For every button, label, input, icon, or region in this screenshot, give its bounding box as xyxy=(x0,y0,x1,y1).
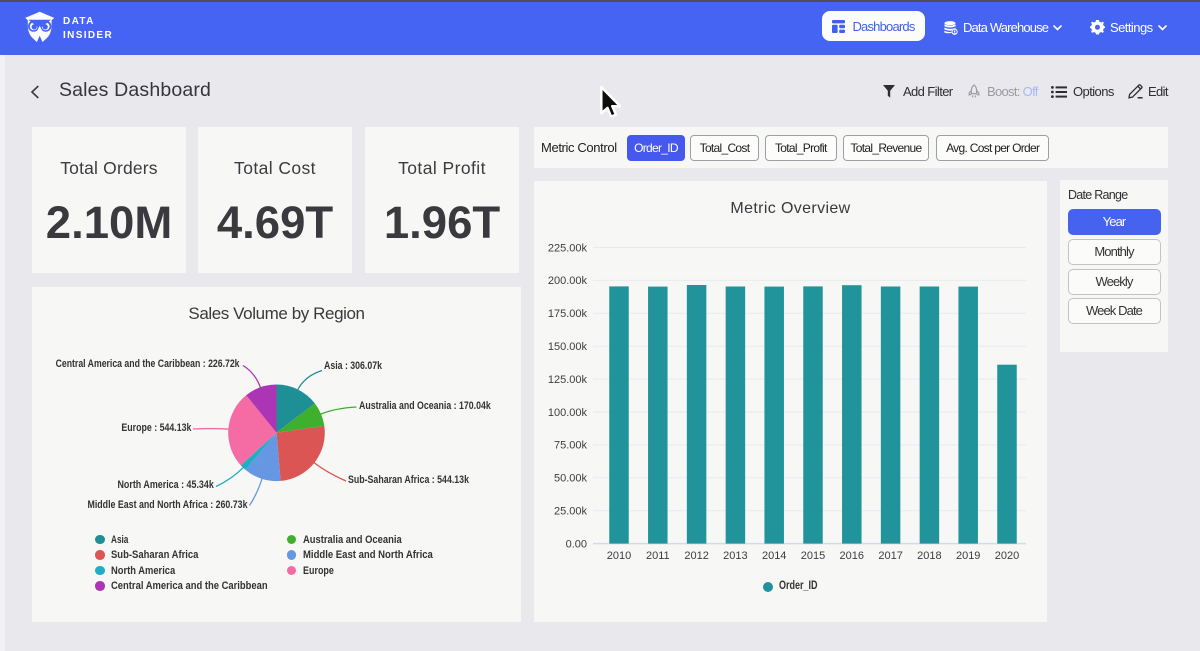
svg-text:2014: 2014 xyxy=(762,550,786,562)
svg-text:2016: 2016 xyxy=(840,550,864,562)
svg-text:0.00: 0.00 xyxy=(566,538,587,550)
svg-text:25.00k: 25.00k xyxy=(554,506,588,518)
svg-text:2017: 2017 xyxy=(878,550,902,562)
svg-text:2010: 2010 xyxy=(607,550,631,562)
svg-text:2013: 2013 xyxy=(723,550,747,562)
svg-text:125.00k: 125.00k xyxy=(548,374,588,386)
svg-text:2019: 2019 xyxy=(956,550,980,562)
svg-text:2012: 2012 xyxy=(684,550,708,562)
svg-text:2011: 2011 xyxy=(646,550,670,562)
svg-text:2015: 2015 xyxy=(801,550,825,562)
svg-text:175.00k: 175.00k xyxy=(548,308,588,320)
svg-text:2018: 2018 xyxy=(917,550,941,562)
svg-text:225.00k: 225.00k xyxy=(548,242,588,254)
svg-text:100.00k: 100.00k xyxy=(548,407,588,419)
svg-text:200.00k: 200.00k xyxy=(548,275,588,287)
svg-text:2020: 2020 xyxy=(995,550,1019,562)
svg-text:75.00k: 75.00k xyxy=(554,440,588,452)
svg-text:150.00k: 150.00k xyxy=(548,341,588,353)
svg-text:50.00k: 50.00k xyxy=(554,473,588,485)
